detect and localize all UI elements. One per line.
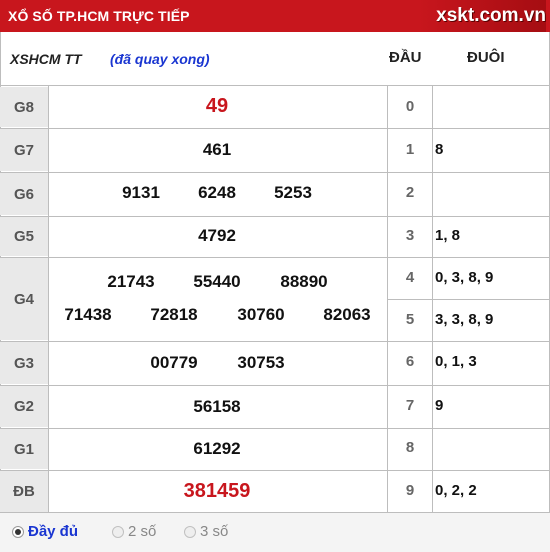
option-label: Đầy đủ (28, 523, 79, 540)
prize-label-g2: G2 (0, 386, 48, 427)
prize-number-g4: 30760 (237, 305, 285, 324)
prize-number-g8: 49 (205, 95, 229, 117)
prize-number-g2: 56158 (193, 397, 241, 416)
loto-head: 8 (405, 439, 415, 456)
lottery-code: XSHCM TT (10, 51, 82, 67)
prize-number-g4: 21743 (107, 272, 155, 291)
divider (388, 299, 549, 300)
divider (0, 385, 387, 386)
loto-head: 4 (405, 269, 415, 286)
prize-label-g1: G1 (0, 429, 48, 469)
radio-icon[interactable] (184, 525, 196, 538)
loto-tail: 0, 3, 8, 9 (435, 269, 494, 286)
prize-number-special: 381459 (183, 480, 251, 502)
results-board (0, 32, 550, 552)
loto-head: 0 (405, 98, 415, 115)
divider (0, 172, 387, 173)
prize-number-g5: 4792 (198, 226, 236, 245)
divider (0, 470, 387, 471)
prize-label-special: ĐB (0, 471, 48, 512)
loto-head: 5 (405, 311, 415, 328)
divider (388, 216, 549, 217)
option-2-digits[interactable]: 2 số (112, 523, 156, 540)
prize-number-g4: 55440 (193, 272, 241, 291)
loto-tail: 9 (435, 397, 444, 414)
loto-head: 6 (405, 353, 415, 370)
divider (0, 341, 387, 342)
option-full[interactable]: Đầy đủ (12, 523, 78, 540)
site-logo[interactable]: xskt.com.vn (418, 0, 546, 32)
loto-tail: 3, 3, 8, 9 (435, 311, 494, 328)
divider (0, 128, 387, 129)
display-options: Đầy đủ 2 số 3 số (0, 512, 550, 552)
loto-tail: 1, 8 (435, 227, 461, 244)
dau-column-header: ĐẦU (389, 49, 422, 66)
prize-label-g8: G8 (0, 87, 48, 127)
divider (388, 341, 549, 342)
prize-label-g6: G6 (0, 173, 48, 215)
prize-number-g3: 30753 (237, 353, 285, 372)
divider (388, 385, 549, 386)
loto-head: 7 (405, 397, 415, 414)
header-bar: XỔ SỐ TP.HCM TRỰC TIẾP xskt.com.vn (0, 0, 550, 32)
prize-number-g4: 82063 (323, 305, 371, 324)
prize-label-g5: G5 (0, 217, 48, 256)
loto-head: 3 (405, 227, 415, 244)
duoi-column-header: ĐUÔI (467, 49, 505, 66)
page-title: XỔ SỐ TP.HCM TRỰC TIẾP (8, 8, 190, 24)
draw-status: (đã quay xong) (110, 51, 210, 67)
divider (0, 428, 387, 429)
results-subheader: XSHCM TT (đã quay xong) ĐẦU ĐUÔI (0, 32, 550, 86)
divider (0, 216, 387, 217)
loto-head: 2 (405, 184, 415, 201)
prize-number-g4: 88890 (280, 272, 328, 291)
prize-number-g6: 9131 (122, 183, 160, 202)
option-label: 2 số (128, 523, 157, 540)
loto-head: 9 (405, 482, 415, 499)
divider (388, 128, 549, 129)
prize-number-g4: 72818 (150, 305, 198, 324)
prize-number-g6: 6248 (198, 183, 236, 202)
loto-head: 1 (405, 141, 415, 158)
radio-selected-icon[interactable] (12, 525, 24, 538)
prize-label-g7: G7 (0, 129, 48, 171)
divider (48, 86, 49, 512)
prize-number-g1: 61292 (193, 439, 241, 458)
divider (388, 470, 549, 471)
radio-icon[interactable] (112, 525, 124, 538)
prize-number-g7: 461 (202, 140, 232, 159)
divider (388, 428, 549, 429)
option-label: 3 số (200, 523, 229, 540)
prize-number-g3: 00779 (150, 353, 198, 372)
loto-tail: 0, 1, 3 (435, 353, 477, 370)
prize-label-g4: G4 (0, 258, 48, 340)
divider (388, 257, 549, 258)
loto-tail: 0, 2, 2 (435, 482, 477, 499)
loto-tail: 8 (435, 141, 444, 158)
prize-label-g3: G3 (0, 342, 48, 384)
divider (0, 257, 387, 258)
divider (388, 172, 549, 173)
prize-number-g4: 71438 (64, 305, 112, 324)
prize-number-g6: 5253 (274, 183, 312, 202)
option-3-digits[interactable]: 3 số (184, 523, 228, 540)
